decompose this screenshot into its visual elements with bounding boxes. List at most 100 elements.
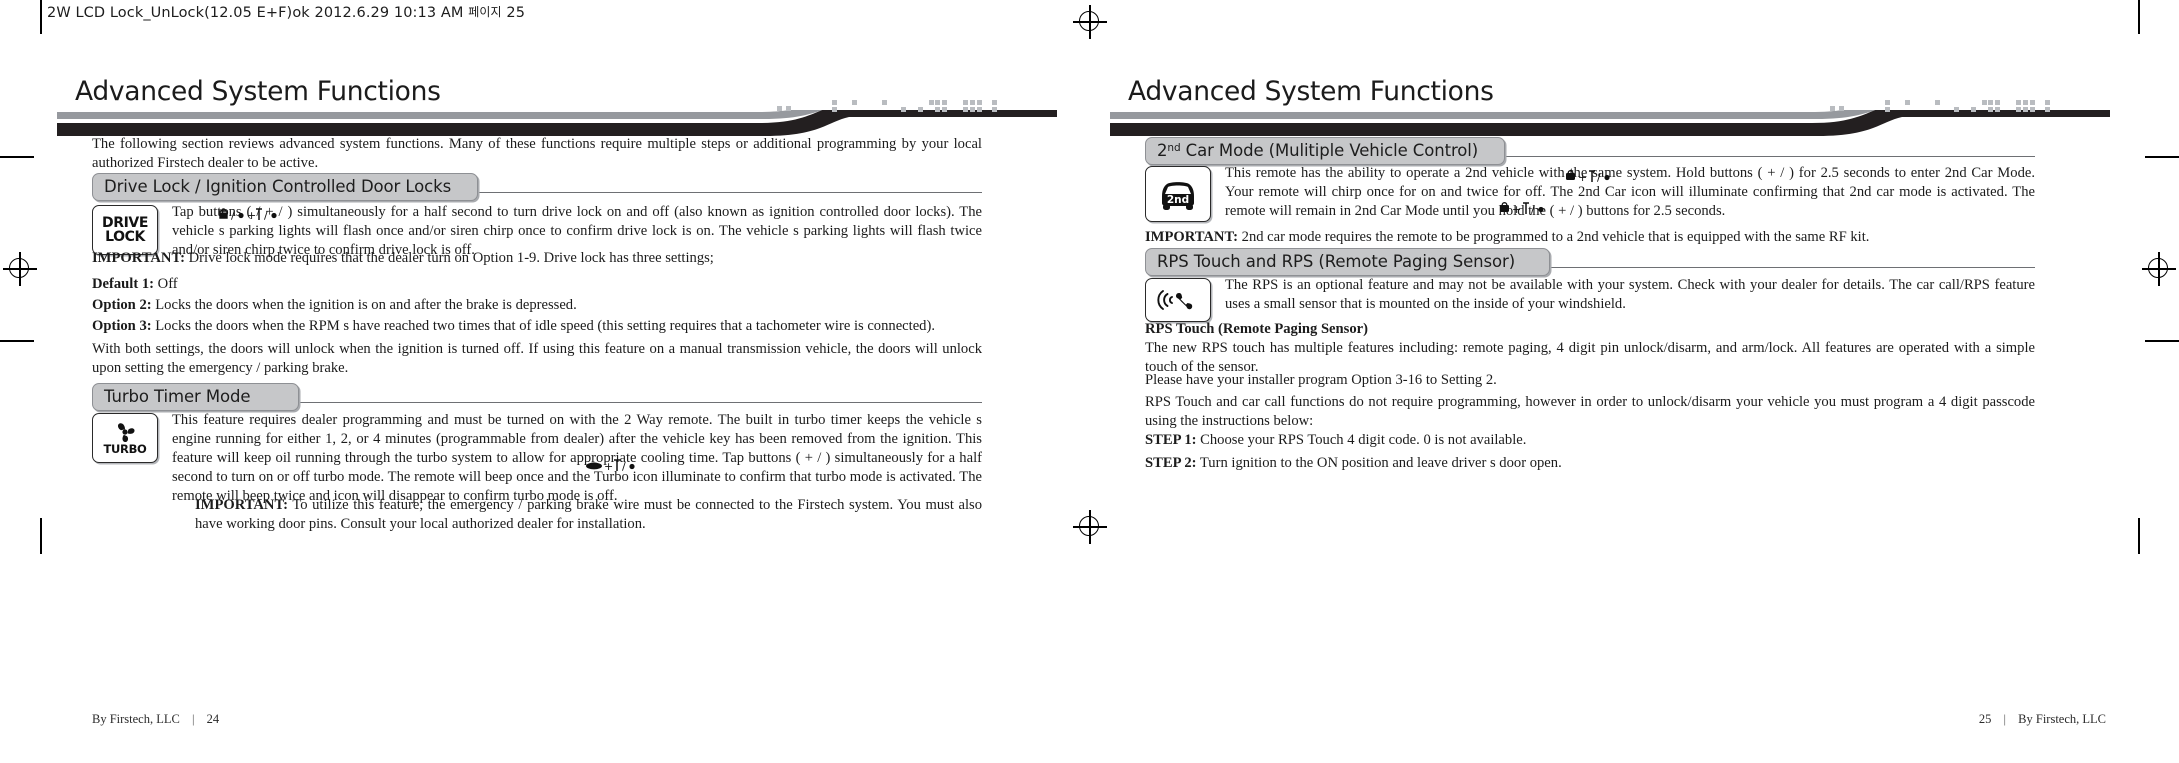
crop-mark-right-upper — [2145, 156, 2179, 158]
right-page: Advanced System Functions 2nd Car Mode (… — [1110, 0, 2130, 763]
turbo-icon-label: TURBO — [103, 441, 147, 456]
turbo-fan-icon — [117, 422, 135, 442]
registration-mark-top-center — [1073, 5, 1107, 39]
left-footer-text: By Firstech, LLC — [92, 712, 180, 726]
rps-heading-row: RPS Touch and RPS (Remote Paging Sensor) — [1145, 248, 2035, 276]
option-text-1: Locks the doors when the ignition is on … — [155, 297, 577, 314]
turbo-body-text: This feature requires dealer programming… — [172, 412, 982, 504]
option-text-0: Off — [157, 276, 178, 292]
rps-step-2: STEP 2: Turn ignition to the ON position… — [1145, 454, 2035, 473]
section-heading-rps: RPS Touch and RPS (Remote Paging Sensor) — [1145, 248, 1551, 276]
second-car-important-label: IMPORTANT: — [1145, 229, 1238, 245]
rps-para3: RPS Touch and car call functions do not … — [1145, 393, 2035, 431]
rps-step-1: STEP 1: Choose your RPS Touch 4 digit co… — [1145, 431, 2035, 450]
registration-mark-bottom-center — [1073, 510, 1107, 544]
turbo-icon: TURBO — [92, 413, 158, 463]
drive-lock-button-glyphs: / + / — [219, 208, 277, 222]
turbo-timer-content: TURBO This feature requires dealer progr… — [92, 411, 982, 506]
left-footer-page: 24 — [206, 712, 220, 726]
right-footer-page: 25 — [1978, 712, 1992, 726]
drive-lock-heading-row: Drive Lock / Ignition Controlled Door Lo… — [92, 173, 982, 201]
right-page-title: Advanced System Functions — [1128, 76, 1494, 107]
second-car-heading-row: 2nd Car Mode (Mulitiple Vehicle Control) — [1145, 137, 2035, 165]
turbo-important-label: IMPORTANT: — [195, 497, 288, 513]
option-label-2: Option 3: — [92, 318, 152, 335]
turbo-important: IMPORTANT: To utilize this feature, the … — [195, 496, 982, 534]
svg-text:/: / — [622, 460, 626, 473]
section-heading-drive-lock: Drive Lock / Ignition Controlled Door Lo… — [92, 173, 479, 201]
second-car-body-text: This remote has the ability to operate a… — [1225, 165, 2035, 219]
rps-body: The RPS is an optional feature and may n… — [1225, 277, 2035, 312]
second-car-important-text: 2nd car mode requires the remote to be p… — [1241, 229, 1870, 245]
crop-mark-left-upper — [0, 156, 34, 158]
left-intro-block: The following section reviews advanced s… — [92, 135, 982, 173]
drive-lock-important-label: IMPORTANT: — [92, 250, 185, 266]
crop-mark-left-lower — [0, 340, 34, 342]
right-page-footer: 25 | By Firstech, LLC — [1979, 712, 2106, 727]
crop-mark-top-right — [2138, 0, 2140, 34]
second-car-heading-sup: nd — [1167, 142, 1181, 154]
left-running-head: Advanced System Functions — [57, 76, 1057, 136]
rps-content: The RPS is an optional feature and may n… — [1145, 276, 2035, 322]
left-page-title: Advanced System Functions — [75, 76, 441, 107]
right-footer-sep: | — [2003, 712, 2007, 726]
svg-text:+: + — [247, 209, 256, 222]
option-text-2: Locks the doors when the RPM s have reac… — [155, 318, 935, 335]
crop-mark-right-lower — [2145, 340, 2179, 342]
svg-text:/: / — [1531, 203, 1535, 216]
option-row: Option 2: Locks the doors when the ignit… — [92, 295, 982, 316]
drive-lock-closing: With both settings, the doors will unloc… — [92, 340, 982, 378]
drive-lock-important: IMPORTANT: Drive lock mode requires that… — [92, 249, 982, 268]
left-intro-paragraph: The following section reviews advanced s… — [92, 136, 982, 171]
turbo-body: This feature requires dealer programming… — [172, 411, 982, 506]
step-2-label: STEP 2: — [1145, 455, 1197, 471]
drive-lock-icon-line2: LOCK — [105, 229, 145, 245]
second-car-button-glyphs-1: + / — [1566, 170, 1610, 184]
right-footer-text: By Firstech, LLC — [2018, 712, 2106, 726]
registration-mark-right — [2142, 252, 2176, 286]
second-car-button-glyphs-2: + / — [1500, 202, 1544, 216]
option-row: Default 1: Off — [92, 274, 982, 295]
option-row: Option 3: Locks the doors when the RPM s… — [92, 316, 982, 337]
crop-mark-top-left — [40, 0, 42, 34]
right-head-dash-decoration — [1830, 100, 2090, 116]
registration-mark-left — [3, 252, 37, 286]
svg-text:+: + — [604, 460, 613, 473]
turbo-timer-heading-row: Turbo Timer Mode — [92, 383, 982, 411]
crop-mark-bottom-left — [40, 518, 42, 554]
left-head-dash-decoration — [777, 100, 1037, 116]
rps-para3-text: RPS Touch and car call functions do not … — [1145, 394, 2035, 429]
drive-lock-icon: DRIVE LOCK — [92, 205, 158, 255]
svg-text:+: + — [1512, 203, 1521, 216]
svg-text:/: / — [264, 209, 268, 222]
car-icon: 2nd — [1162, 182, 1194, 210]
paging-sensor-phone-icon — [1157, 290, 1193, 310]
section-heading-second-car-mode: 2nd Car Mode (Mulitiple Vehicle Control) — [1145, 137, 1506, 165]
left-page: Advanced System Functions The following … — [57, 0, 1077, 763]
rps-touch-block: RPS Touch (Remote Paging Sensor) The new… — [1145, 320, 2035, 377]
drive-lock-important-text: Drive lock mode requires that the dealer… — [188, 250, 714, 266]
second-car-heading-pre: 2 — [1157, 141, 1168, 160]
second-car-body: This remote has the ability to operate a… — [1225, 164, 2035, 221]
option-label-1: Option 2: — [92, 297, 152, 314]
drive-lock-closing-text: With both settings, the doors will unloc… — [92, 341, 982, 376]
drive-lock-icon-line1: DRIVE — [101, 215, 148, 231]
drive-lock-options: Default 1: Off Option 2: Locks the doors… — [92, 274, 982, 337]
rps-para2: Please have your installer program Optio… — [1145, 371, 2035, 390]
rps-icon — [1145, 278, 1211, 322]
svg-text:/: / — [1597, 171, 1601, 184]
rps-para2-text: Please have your installer program Optio… — [1145, 372, 1497, 388]
turbo-important-text: To utilize this feature, the emergency /… — [195, 497, 982, 532]
svg-text:2nd: 2nd — [1167, 194, 1189, 206]
crop-mark-bottom-right — [2138, 518, 2140, 554]
step-2-text: Turn ignition to the ON position and lea… — [1199, 455, 1562, 471]
turbo-button-glyphs: + / — [586, 459, 635, 473]
second-car-heading-post: Car Mode (Mulitiple Vehicle Control) — [1180, 141, 1479, 160]
second-car-important: IMPORTANT: 2nd car mode requires the rem… — [1145, 228, 2035, 247]
section-heading-turbo-timer: Turbo Timer Mode — [92, 383, 300, 411]
step-1-label: STEP 1: — [1145, 432, 1197, 448]
step-1-text: Choose your RPS Touch 4 digit code. 0 is… — [1200, 432, 1527, 448]
left-page-footer: By Firstech, LLC | 24 — [92, 712, 219, 727]
left-footer-sep: | — [191, 712, 195, 726]
right-running-head: Advanced System Functions — [1110, 76, 2110, 136]
